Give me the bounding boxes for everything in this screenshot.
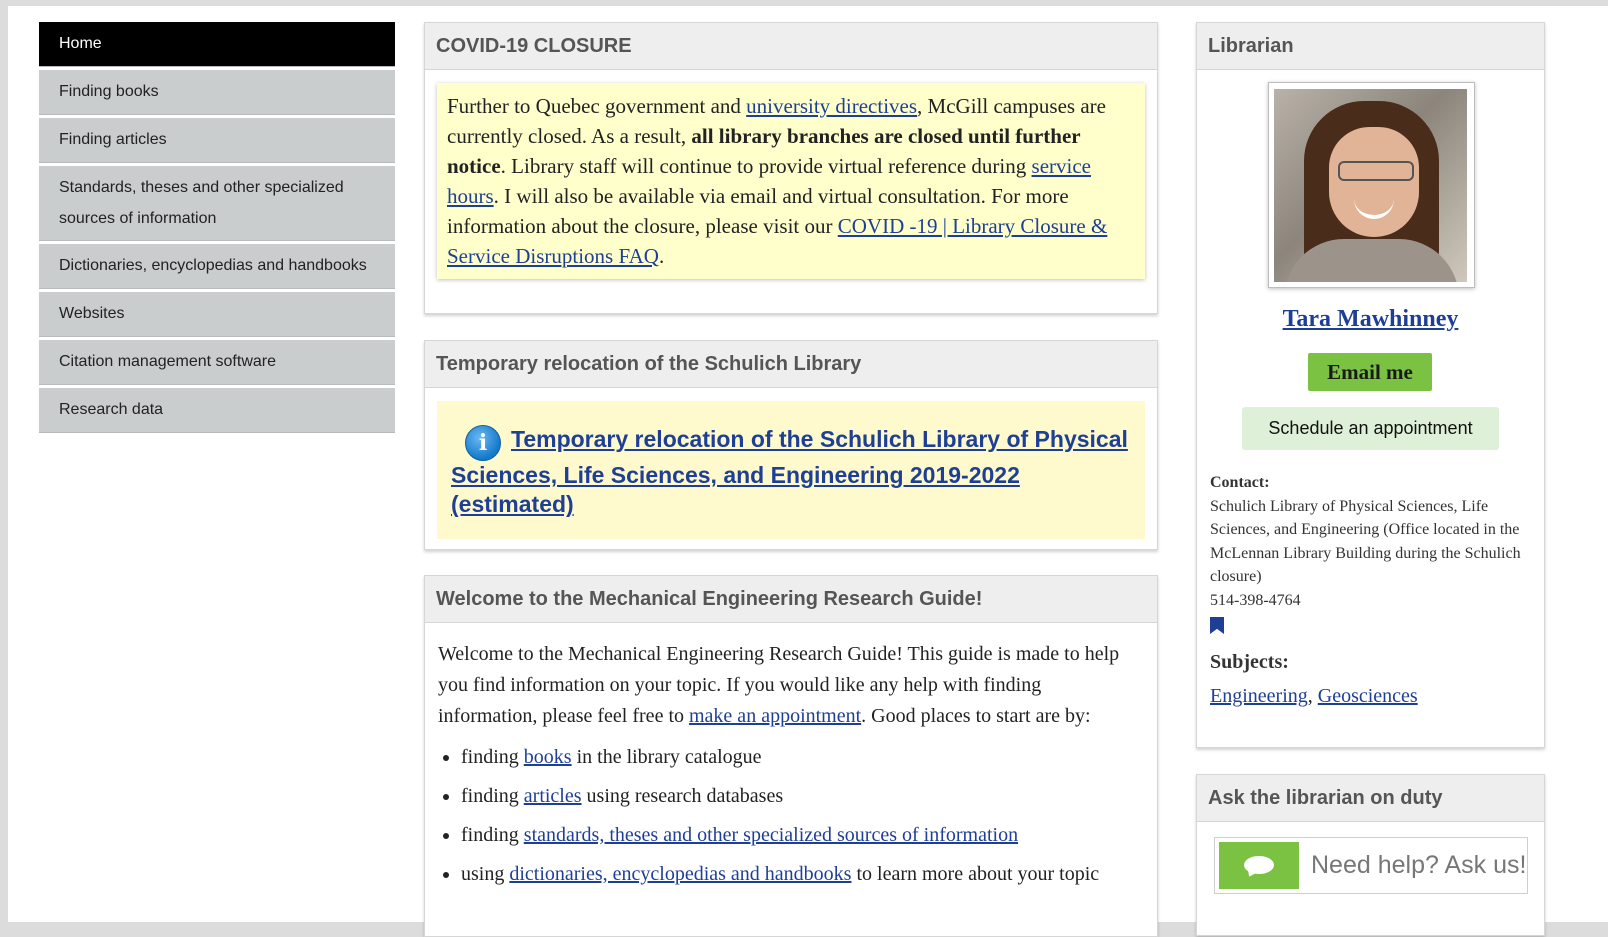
ask-us-chat-widget[interactable]: Need help? Ask us! — [1214, 837, 1528, 894]
contact-info: Contact: Schulich Library of Physical Sc… — [1210, 471, 1530, 642]
relocation-panel: Temporary relocation of the Schulich Lib… — [424, 340, 1158, 550]
librarian-name-link[interactable]: Tara Mawhinney — [1197, 306, 1544, 333]
subjects-list: Engineering, Geosciences — [1210, 685, 1418, 708]
nav-item-finding-articles[interactable]: Finding articles — [39, 118, 395, 163]
start-list: finding books in the library catalogue f… — [438, 742, 1144, 890]
standards-link[interactable]: standards, theses and other specialized … — [524, 824, 1018, 846]
bookmark-icon[interactable] — [1210, 617, 1224, 634]
list-item-text: in the library catalogue — [571, 746, 762, 768]
welcome-panel: Welcome to the Mechanical Engineering Re… — [424, 575, 1158, 937]
subjects-label: Subjects: — [1210, 651, 1289, 673]
list-item-text: finding — [461, 785, 524, 807]
welcome-title: Welcome to the Mechanical Engineering Re… — [425, 576, 1157, 623]
relocation-title: Temporary relocation of the Schulich Lib… — [425, 341, 1157, 388]
librarian-photo — [1268, 82, 1475, 288]
chat-icon — [1219, 842, 1299, 889]
nav-item-research-data[interactable]: Research data — [39, 388, 395, 433]
relocation-notice: i Temporary relocation of the Schulich Li… — [437, 401, 1145, 539]
nav-item-citation-software[interactable]: Citation management software — [39, 340, 395, 385]
info-icon: i — [465, 425, 501, 462]
articles-link[interactable]: articles — [524, 785, 582, 807]
page: Home Finding books Finding articles Stan… — [8, 6, 1608, 937]
ask-librarian-title: Ask the librarian on duty — [1197, 775, 1544, 822]
books-link[interactable]: books — [524, 746, 572, 768]
subject-engineering-link[interactable]: Engineering — [1210, 685, 1308, 707]
relocation-link[interactable]: Temporary relocation of the Schulich Lib… — [451, 426, 1128, 517]
librarian-portrait — [1274, 89, 1467, 282]
covid-closure-panel: COVID-19 CLOSURE Further to Quebec gover… — [424, 22, 1158, 314]
covid-closure-title: COVID-19 CLOSURE — [425, 23, 1157, 70]
list-item-text: to learn more about your topic — [851, 863, 1100, 885]
list-item-text: using research databases — [581, 785, 784, 807]
closure-text-3: . Library staff will continue to provide… — [500, 154, 1032, 178]
email-me-button[interactable]: Email me — [1308, 353, 1432, 391]
ask-us-text: Need help? Ask us! — [1311, 851, 1527, 879]
nav-item-home[interactable]: Home — [39, 22, 395, 67]
closure-notice: Further to Quebec government and univers… — [437, 83, 1145, 279]
nav-item-websites[interactable]: Websites — [39, 292, 395, 337]
closure-text-5: . — [658, 244, 665, 268]
schedule-appointment-button[interactable]: Schedule an appointment — [1242, 407, 1499, 450]
list-item: using dictionaries, encyclopedias and ha… — [461, 859, 1144, 890]
subject-geosciences-link[interactable]: Geosciences — [1318, 685, 1418, 707]
guide-nav: Home Finding books Finding articles Stan… — [39, 22, 395, 436]
contact-address: Schulich Library of Physical Sciences, L… — [1210, 497, 1521, 586]
list-item: finding books in the library catalogue — [461, 742, 1144, 773]
welcome-intro-text-2: . Good places to start are by: — [861, 705, 1091, 727]
make-appointment-link[interactable]: make an appointment — [689, 705, 861, 727]
nav-item-dictionaries[interactable]: Dictionaries, encyclopedias and handbook… — [39, 244, 395, 289]
nav-item-standards[interactable]: Standards, theses and other specialized … — [39, 166, 395, 241]
list-item-text: finding — [461, 746, 524, 768]
librarian-panel: Librarian Tara Mawhinney Email me Schedu… — [1196, 22, 1545, 748]
list-item-text: finding — [461, 824, 524, 846]
nav-item-finding-books[interactable]: Finding books — [39, 70, 395, 115]
contact-phone: 514-398-4764 — [1210, 591, 1301, 609]
dictionaries-link[interactable]: dictionaries, encyclopedias and handbook… — [509, 863, 851, 885]
contact-label: Contact: — [1210, 474, 1270, 491]
librarian-title: Librarian — [1197, 23, 1544, 70]
closure-text-1: Further to Quebec government and — [447, 94, 747, 118]
list-item: finding standards, theses and other spec… — [461, 820, 1144, 851]
list-item: finding articles using research database… — [461, 781, 1144, 812]
list-item-text: using — [461, 863, 510, 885]
subject-separator: , — [1307, 685, 1318, 707]
welcome-body: Welcome to the Mechanical Engineering Re… — [425, 623, 1157, 914]
ask-librarian-panel: Ask the librarian on duty Need help? Ask… — [1196, 774, 1545, 936]
university-directives-link[interactable]: university directives — [746, 94, 917, 118]
